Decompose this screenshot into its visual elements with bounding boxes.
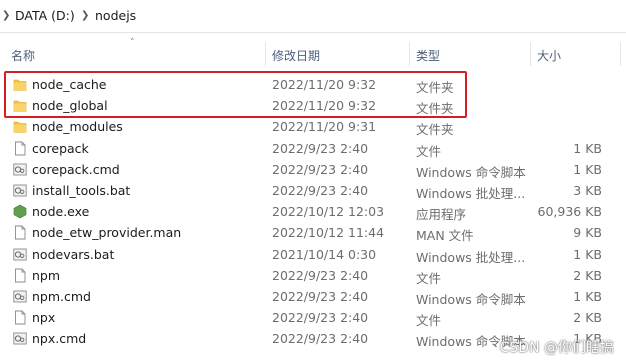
file-size: 1 KB: [573, 246, 602, 262]
file-type: 文件: [416, 313, 442, 329]
column-modified[interactable]: 修改日期: [272, 47, 320, 64]
highlight-annotation: [4, 71, 467, 118]
file-name: node_modules: [32, 119, 123, 135]
file-name: node_etw_provider.man: [32, 225, 182, 241]
file-name: npx.cmd: [32, 331, 87, 347]
file-name: nodevars.bat: [32, 246, 115, 262]
column-name[interactable]: 名称: [11, 47, 35, 64]
file-size: 1 KB: [573, 140, 602, 156]
file-row[interactable]: node_etw_provider.man 2022/10/12 11:44 MAN…: [0, 222, 626, 243]
column-divider[interactable]: [620, 42, 621, 66]
watermark: CSDN @你们瞎搞: [499, 340, 614, 356]
file-modified: 2022/9/23 2:40: [272, 183, 369, 198]
file-size: 1 KB: [573, 161, 602, 177]
file-row[interactable]: npm.cmd 2022/9/23 2:40 Windows 命令脚本 1 KB: [0, 286, 626, 307]
file-modified: 2022/9/23 2:40: [272, 161, 369, 177]
column-type[interactable]: 类型: [416, 47, 440, 64]
file-row[interactable]: corepack 2022/9/23 2:40 文件 1 KB: [0, 138, 626, 159]
script-icon: [13, 247, 27, 262]
file-row[interactable]: node.exe 2022/10/12 12:03 应用程序 60,936 KB: [0, 201, 626, 222]
file-size: 2 KB: [573, 310, 602, 326]
file-modified: 2022/9/23 2:40: [272, 331, 369, 347]
column-header: ˄ 名称 修改日期 类型 大小: [0, 38, 626, 68]
address-bar[interactable]: ❯ DATA (D:) ❯ nodejs: [0, 0, 626, 33]
file-name: npm: [32, 267, 61, 283]
file-type: Windows 批处理...: [416, 249, 526, 265]
file-type: 文件: [416, 143, 442, 159]
file-size: 1 KB: [573, 289, 602, 304]
file-name: npx: [32, 310, 56, 326]
file-type: 文件: [416, 270, 442, 286]
file-modified: 2022/11/20 9:31: [272, 119, 377, 135]
file-type: Windows 批处理...: [416, 186, 526, 201]
node-exe-icon: [13, 204, 27, 219]
file-modified: 2022/10/12 11:44: [272, 225, 385, 241]
file-size: 3 KB: [573, 183, 602, 198]
folder-icon: [13, 119, 27, 134]
breadcrumb-drive[interactable]: DATA (D:): [15, 8, 75, 23]
file-type: Windows 命令脚本: [416, 164, 526, 180]
file-name: npm.cmd: [32, 289, 91, 304]
file-type: MAN 文件: [416, 228, 474, 244]
file-row[interactable]: npm 2022/9/23 2:40 文件 2 KB: [0, 265, 626, 286]
file-modified: 2022/9/23 2:40: [272, 140, 369, 156]
file-name: install_tools.bat: [32, 183, 131, 198]
file-icon: [13, 141, 27, 156]
file-modified: 2022/9/23 2:40: [272, 267, 369, 283]
file-name: node.exe: [32, 204, 90, 220]
file-name: corepack: [32, 140, 89, 156]
file-modified: 2021/10/14 0:30: [272, 246, 377, 262]
column-size[interactable]: 大小: [537, 47, 561, 64]
file-row[interactable]: npx 2022/9/23 2:40 文件 2 KB: [0, 307, 626, 328]
file-size: 9 KB: [573, 225, 602, 241]
chevron-right-icon[interactable]: ❯: [2, 10, 10, 21]
sort-ascending-icon: ˄: [130, 38, 135, 48]
column-divider[interactable]: [265, 42, 266, 66]
file-row[interactable]: node_modules 2022/11/20 9:31 文件夹: [0, 116, 626, 137]
file-icon: [13, 310, 27, 325]
file-type: 应用程序: [416, 207, 467, 223]
file-row[interactable]: nodevars.bat 2021/10/14 0:30 Windows 批处理..…: [0, 244, 626, 265]
file-name: corepack.cmd: [32, 161, 120, 177]
script-icon: [13, 183, 27, 198]
file-icon: [13, 225, 27, 240]
chevron-right-icon[interactable]: ❯: [81, 10, 89, 21]
file-modified: 2022/9/23 2:40: [272, 310, 369, 326]
script-icon: [13, 162, 27, 177]
file-row[interactable]: corepack.cmd 2022/9/23 2:40 Windows 命令脚本 1 …: [0, 159, 626, 180]
file-icon: [13, 268, 27, 283]
file-type: Windows 命令脚本: [416, 292, 526, 307]
file-row[interactable]: install_tools.bat 2022/9/23 2:40 Windows 批…: [0, 180, 626, 201]
breadcrumb-folder[interactable]: nodejs: [95, 8, 136, 23]
file-type: 文件夹: [416, 122, 454, 138]
script-icon: [13, 331, 27, 346]
file-modified: 2022/10/12 12:03: [272, 204, 385, 220]
column-divider[interactable]: [530, 42, 531, 66]
file-modified: 2022/9/23 2:40: [272, 289, 369, 304]
script-icon: [13, 289, 27, 304]
file-size: 2 KB: [573, 267, 602, 283]
file-size: 60,936 KB: [537, 204, 602, 220]
column-divider[interactable]: [409, 42, 410, 66]
